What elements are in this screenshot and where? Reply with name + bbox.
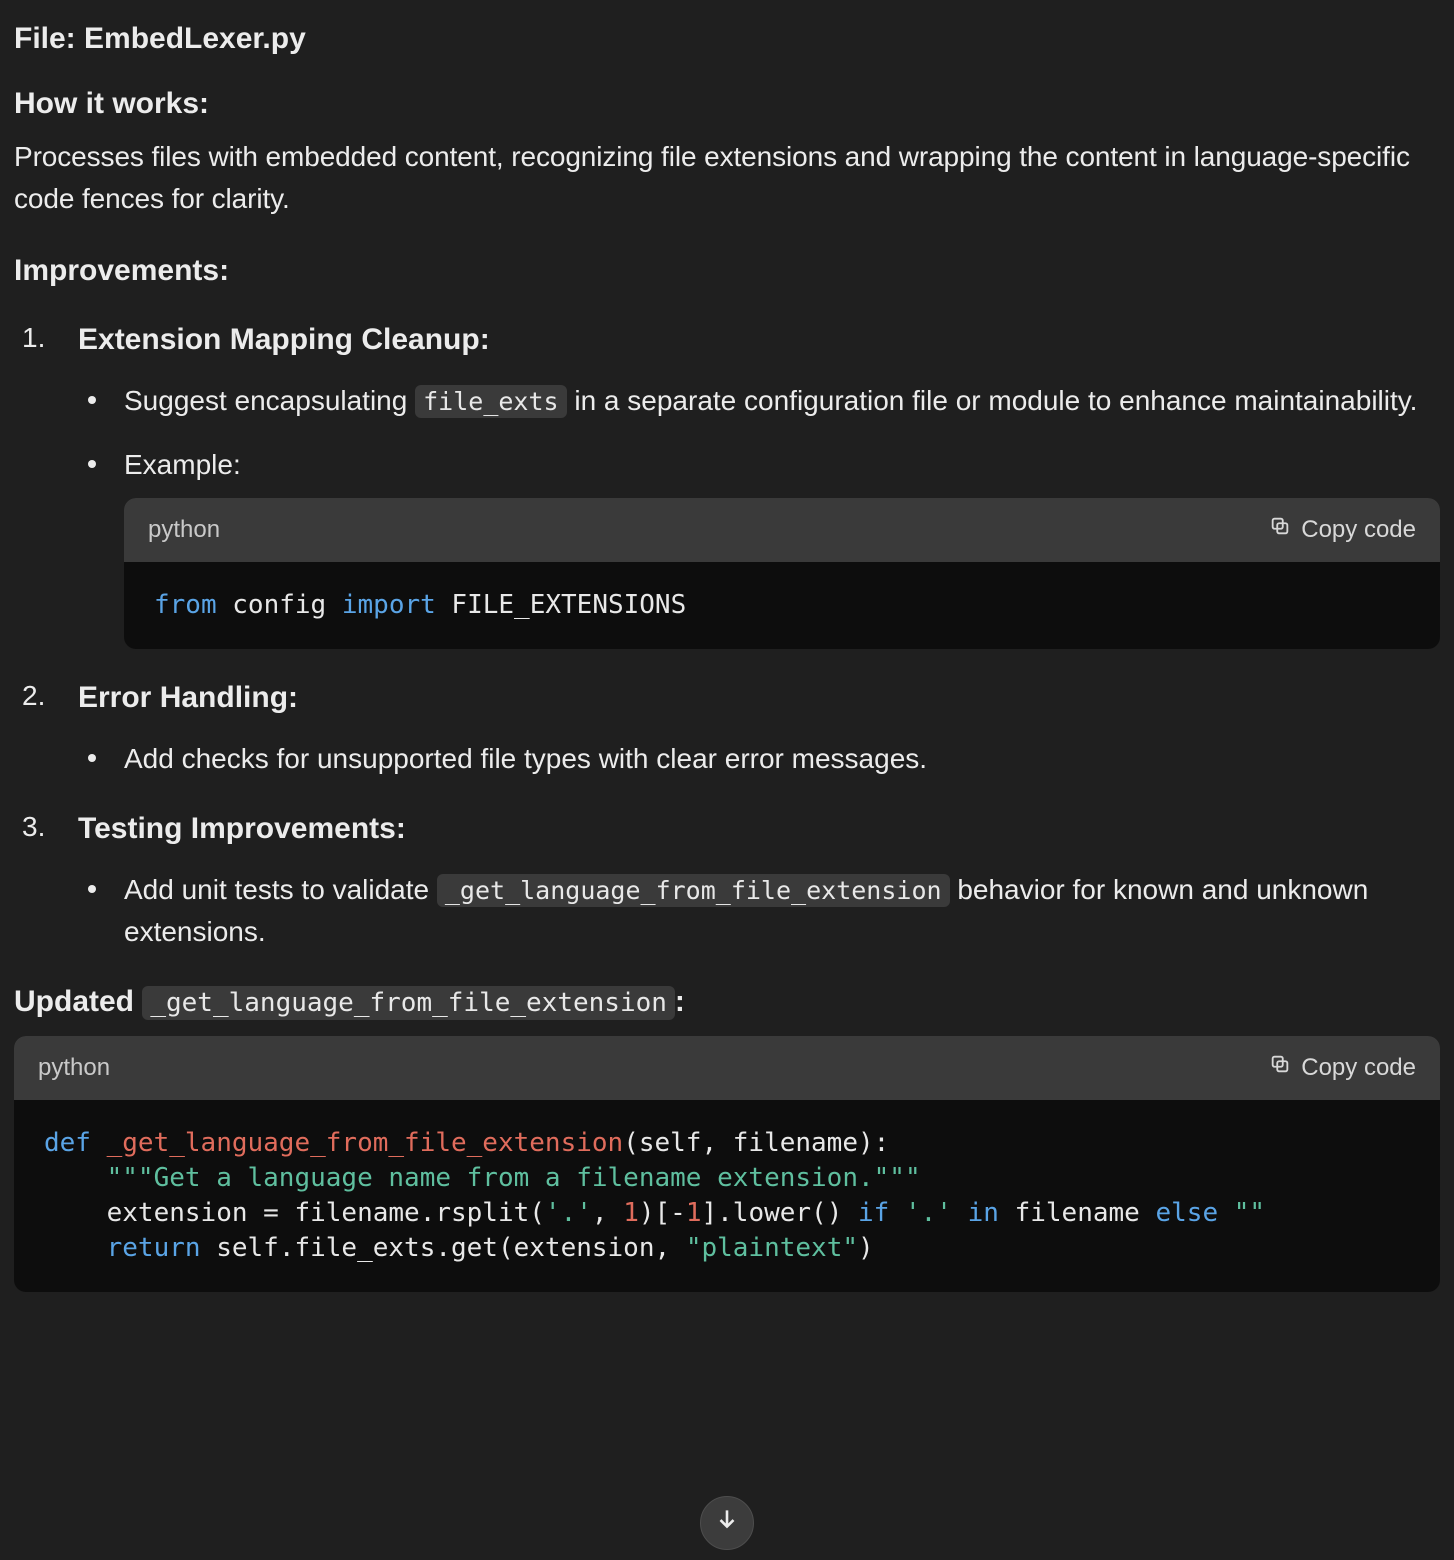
improvement-title: Error Handling: [78, 675, 1440, 720]
inline-code: _get_language_from_file_extension [142, 986, 675, 1020]
improvement-item-testing: Testing Improvements: Add unit tests to … [14, 806, 1440, 953]
token-keyword: in [968, 1198, 999, 1228]
token-keyword: return [107, 1233, 201, 1263]
improvement-item-error-handling: Error Handling: Add checks for unsupport… [14, 675, 1440, 780]
list-item: Suggest encapsulating file_exts in a sep… [78, 380, 1440, 422]
token-keyword: if [858, 1198, 889, 1228]
code-block-header: python Copy code [124, 498, 1440, 562]
token-keyword: else [1155, 1198, 1218, 1228]
token [44, 1198, 107, 1228]
code-lang-label: python [148, 512, 220, 548]
copy-code-label: Copy code [1301, 512, 1416, 548]
improvement-title: Extension Mapping Cleanup: [78, 317, 1440, 362]
improvement-title: Testing Improvements: [78, 806, 1440, 851]
how-it-works-heading: How it works: [14, 81, 1440, 126]
copy-code-button[interactable]: Copy code [1269, 1050, 1416, 1086]
list-item: Add unit tests to validate _get_language… [78, 869, 1440, 953]
how-it-works-body: Processes files with embedded content, r… [14, 136, 1440, 220]
token-number: 1 [623, 1198, 639, 1228]
copy-code-label: Copy code [1301, 1050, 1416, 1086]
token [952, 1198, 968, 1228]
token: ) [858, 1233, 874, 1263]
token: )[- [639, 1198, 686, 1228]
improvement-bullets: Add unit tests to validate _get_language… [78, 869, 1440, 953]
token [91, 1128, 107, 1158]
text: Suggest encapsulating [124, 385, 415, 416]
token: filename [999, 1198, 1156, 1228]
token-string: "" [1234, 1198, 1265, 1228]
text: : [675, 985, 685, 1018]
code-content[interactable]: def _get_language_from_file_extension(se… [14, 1100, 1440, 1292]
code-block: python Copy code from config import FILE… [124, 498, 1440, 649]
file-heading: File: EmbedLexer.py [14, 16, 1440, 61]
token [889, 1198, 905, 1228]
text: Example: [124, 449, 241, 480]
improvements-heading: Improvements: [14, 248, 1440, 293]
copy-icon [1269, 1050, 1291, 1086]
token: self.file_exts.get(extension, [201, 1233, 686, 1263]
token-number: 1 [686, 1198, 702, 1228]
message-body: File: EmbedLexer.py How it works: Proces… [0, 0, 1454, 1292]
inline-code: file_exts [415, 385, 566, 418]
token: (self, filename): [623, 1128, 889, 1158]
text: Add checks for unsupported file types wi… [124, 743, 927, 774]
token [1218, 1198, 1234, 1228]
token-string: '.' [545, 1198, 592, 1228]
token [44, 1233, 107, 1263]
token-keyword: import [342, 590, 436, 620]
scroll-to-bottom-button[interactable] [700, 1496, 754, 1550]
file-heading-name: EmbedLexer.py [84, 22, 306, 55]
code-block: python Copy code def _get_language_from_… [14, 1036, 1440, 1292]
inline-code: _get_language_from_file_extension [437, 874, 950, 907]
token [44, 1163, 107, 1193]
token-string: """Get a language name from a filename e… [107, 1163, 921, 1193]
token: extension = filename.rsplit( [107, 1198, 545, 1228]
improvement-item-ext-mapping: Extension Mapping Cleanup: Suggest encap… [14, 317, 1440, 649]
file-heading-prefix: File: [14, 22, 84, 55]
token-function: _get_language_from_file_extension [107, 1128, 624, 1158]
code-block-header: python Copy code [14, 1036, 1440, 1100]
arrow-down-icon [714, 1502, 740, 1544]
code-lang-label: python [38, 1050, 110, 1086]
text: Add unit tests to validate [124, 874, 437, 905]
improvement-bullets: Suggest encapsulating file_exts in a sep… [78, 380, 1440, 649]
copy-icon [1269, 512, 1291, 548]
token: config [217, 590, 342, 620]
copy-code-button[interactable]: Copy code [1269, 512, 1416, 548]
improvements-list: Extension Mapping Cleanup: Suggest encap… [14, 317, 1440, 953]
token-string: '.' [905, 1198, 952, 1228]
token: , [592, 1198, 623, 1228]
text: in a separate configuration file or modu… [567, 385, 1418, 416]
list-item: Example: python Copy code from config [78, 444, 1440, 649]
token-keyword: def [44, 1128, 91, 1158]
token-keyword: from [154, 590, 217, 620]
token: FILE_EXTENSIONS [436, 590, 686, 620]
text: Updated [14, 985, 142, 1018]
updated-heading: Updated _get_language_from_file_extensio… [14, 979, 1440, 1024]
list-item: Add checks for unsupported file types wi… [78, 738, 1440, 780]
token-string: "plaintext" [686, 1233, 858, 1263]
token: ].lower() [701, 1198, 858, 1228]
improvement-bullets: Add checks for unsupported file types wi… [78, 738, 1440, 780]
code-content[interactable]: from config import FILE_EXTENSIONS [124, 562, 1440, 649]
